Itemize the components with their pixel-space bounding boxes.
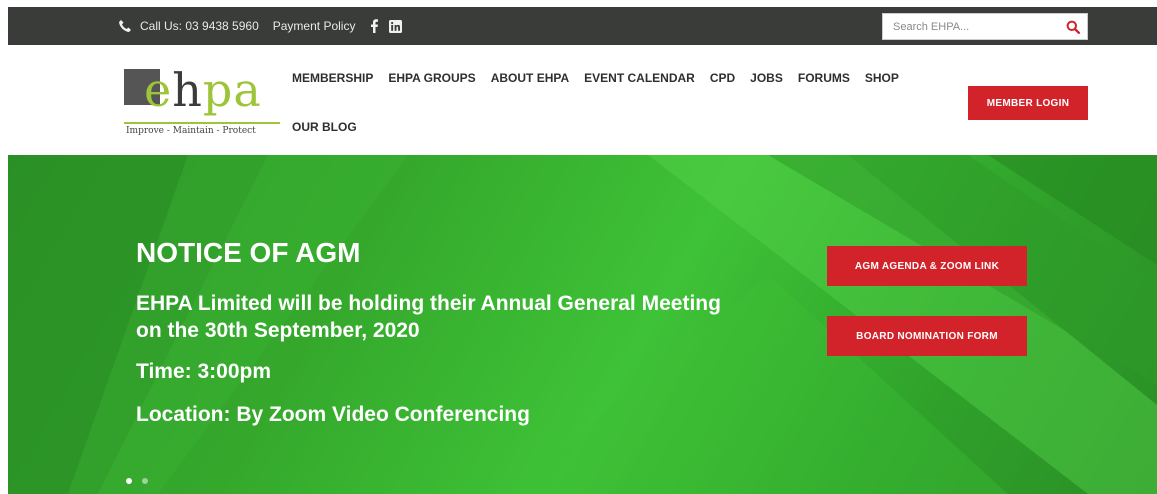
contact-info: Call Us: 03 9438 5960 Payment Policy bbox=[118, 7, 403, 45]
nav-item-our-blog[interactable]: OUR BLOG bbox=[292, 120, 357, 144]
nav-item-about-ehpa[interactable]: ABOUT EHPA bbox=[491, 71, 569, 95]
nav-item-shop[interactable]: SHOP bbox=[865, 71, 899, 95]
hero-location: Location: By Zoom Video Conferencing bbox=[136, 403, 530, 426]
phone-icon bbox=[118, 19, 132, 33]
member-login-button[interactable]: MEMBER LOGIN bbox=[968, 86, 1088, 120]
social-links bbox=[369, 19, 403, 33]
board-nomination-form-button[interactable]: BOARD NOMINATION FORM bbox=[827, 316, 1027, 356]
search-icon[interactable] bbox=[1066, 20, 1080, 34]
nav-item-event-calendar[interactable]: EVENT CALENDAR bbox=[584, 71, 695, 95]
logo-tagline: Improve - Maintain - Protect bbox=[126, 126, 256, 136]
nav-item-cpd[interactable]: CPD bbox=[710, 71, 735, 95]
search-box bbox=[882, 13, 1088, 40]
nav-row: OUR BLOG bbox=[292, 120, 912, 144]
phone-number[interactable]: Call Us: 03 9438 5960 bbox=[140, 19, 259, 33]
nav-item-ehpa-groups[interactable]: EHPA GROUPS bbox=[388, 71, 475, 95]
payment-policy-link[interactable]: Payment Policy bbox=[273, 19, 356, 33]
main-nav: MEMBERSHIP EHPA GROUPS ABOUT EHPA EVENT … bbox=[292, 71, 912, 144]
nav-row: MEMBERSHIP EHPA GROUPS ABOUT EHPA EVENT … bbox=[292, 71, 912, 95]
facebook-icon[interactable] bbox=[369, 19, 379, 33]
slider-dot[interactable] bbox=[142, 478, 148, 484]
linkedin-icon[interactable] bbox=[389, 19, 403, 33]
hero-subtitle: EHPA Limited will be holding their Annua… bbox=[136, 292, 721, 342]
top-bar: Call Us: 03 9438 5960 Payment Policy bbox=[8, 7, 1157, 45]
hero-banner: NOTICE OF AGM EHPA Limited will be holdi… bbox=[8, 155, 1157, 494]
nav-item-forums[interactable]: FORUMS bbox=[798, 71, 850, 95]
hero-time: Time: 3:00pm bbox=[136, 360, 271, 383]
logo-wordmark: ehpa bbox=[144, 63, 262, 117]
search-input[interactable] bbox=[883, 14, 1053, 39]
logo-underline bbox=[124, 122, 280, 124]
slider-dots bbox=[126, 478, 148, 484]
hero-title: NOTICE OF AGM bbox=[136, 237, 361, 268]
site-header: ehpa Improve - Maintain - Protect MEMBER… bbox=[8, 45, 1157, 155]
ehpa-logo[interactable]: ehpa Improve - Maintain - Protect bbox=[124, 63, 280, 137]
agm-agenda-zoom-link-button[interactable]: AGM AGENDA & ZOOM LINK bbox=[827, 246, 1027, 286]
page-frame: Call Us: 03 9438 5960 Payment Policy ehp… bbox=[8, 7, 1157, 494]
nav-item-membership[interactable]: MEMBERSHIP bbox=[292, 71, 373, 95]
slider-dot[interactable] bbox=[126, 478, 132, 484]
nav-item-jobs[interactable]: JOBS bbox=[750, 71, 783, 95]
